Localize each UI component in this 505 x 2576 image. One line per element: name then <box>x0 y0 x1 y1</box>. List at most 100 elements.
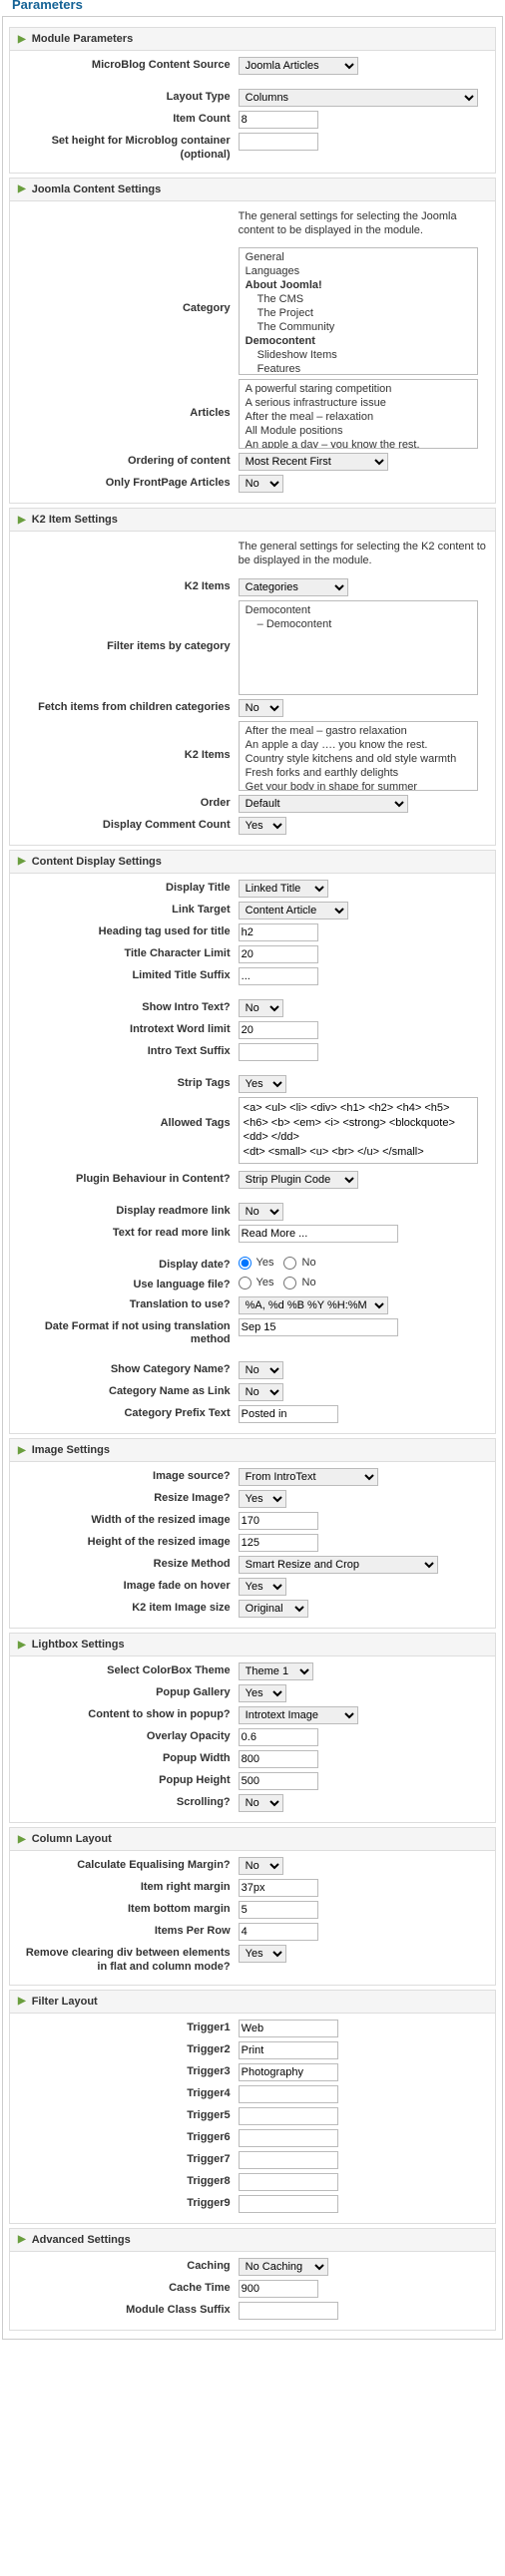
select-translation[interactable]: %A, %d %B %Y %H:%M <box>239 1296 388 1314</box>
select-show-intro[interactable]: No <box>239 999 283 1017</box>
input-heading-tag[interactable] <box>239 923 318 941</box>
select-resize[interactable]: Yes <box>239 1490 286 1508</box>
input-width[interactable] <box>239 1512 318 1530</box>
select-fetch[interactable]: No <box>239 699 283 717</box>
list-item[interactable]: General <box>240 250 477 264</box>
section-header-column[interactable]: ▶ Column Layout <box>9 1827 496 1851</box>
listbox-articles[interactable]: A powerful staring competitionA serious … <box>239 379 478 449</box>
select-source[interactable]: Joomla Articles <box>239 57 358 75</box>
list-item[interactable]: Country style kitchens and old style war… <box>240 752 477 766</box>
list-item[interactable]: Features <box>240 362 477 375</box>
label-display-title: Display Title <box>14 880 239 896</box>
select-popup-content[interactable]: Introtext Image <box>239 1706 358 1724</box>
input-trigger4[interactable] <box>239 2085 338 2103</box>
list-item[interactable]: All Module positions <box>240 424 477 438</box>
radio-display-date[interactable]: Yes No <box>239 1257 491 1270</box>
select-frontpage[interactable]: No <box>239 475 283 493</box>
select-method[interactable]: Smart Resize and Crop <box>239 1556 438 1574</box>
section-header-filter[interactable]: ▶ Filter Layout <box>9 1990 496 2014</box>
input-trigger8[interactable] <box>239 2173 338 2191</box>
select-display-title[interactable]: Linked Title <box>239 880 328 898</box>
input-trigger7[interactable] <box>239 2151 338 2169</box>
input-opacity[interactable] <box>239 1728 318 1746</box>
select-strip-tags[interactable]: Yes <box>239 1075 286 1093</box>
textarea-allowed-tags[interactable]: <a> <ul> <li> <div> <h1> <h2> <h4> <h5> … <box>239 1097 478 1164</box>
section-title: K2 Item Settings <box>32 514 118 526</box>
list-item[interactable]: Get your body in shape for summer <box>240 780 477 791</box>
listbox-k2items[interactable]: After the meal – gastro relaxationAn app… <box>239 721 478 791</box>
listbox-category[interactable]: GeneralLanguagesAbout Joomla!The CMSThe … <box>239 247 478 375</box>
listbox-filter-cat[interactable]: Democontent– Democontent <box>239 600 478 695</box>
select-readmore[interactable]: No <box>239 1203 283 1221</box>
select-layout-type[interactable]: Columns <box>239 89 478 107</box>
label-readmore-text: Text for read more link <box>14 1225 239 1241</box>
input-title-suffix[interactable] <box>239 967 318 985</box>
select-clearing[interactable]: Yes <box>239 1945 286 1963</box>
label-pwidth: Popup Width <box>14 1750 239 1766</box>
select-link-target[interactable]: Content Article <box>239 902 348 920</box>
list-item[interactable]: After the meal – gastro relaxation <box>240 724 477 738</box>
list-item[interactable]: An apple a day – you know the rest. <box>240 438 477 449</box>
list-item[interactable]: Democontent <box>240 334 477 348</box>
section-header-joomla[interactable]: ▶ Joomla Content Settings <box>9 178 496 201</box>
list-item[interactable]: Fresh forks and earthly delights <box>240 766 477 780</box>
section-header-k2[interactable]: ▶ K2 Item Settings <box>9 508 496 532</box>
input-right-margin[interactable] <box>239 1879 318 1897</box>
list-item[interactable]: Slideshow Items <box>240 348 477 362</box>
select-show-cat[interactable]: No <box>239 1361 283 1379</box>
select-gallery[interactable]: Yes <box>239 1684 286 1702</box>
input-intro-limit[interactable] <box>239 1021 318 1039</box>
input-per-row[interactable] <box>239 1923 318 1941</box>
list-item[interactable]: About Joomla! <box>240 278 477 292</box>
select-img-source[interactable]: From IntroText <box>239 1468 378 1486</box>
section-header-image[interactable]: ▶ Image Settings <box>9 1438 496 1462</box>
input-set-height[interactable] <box>239 133 318 151</box>
input-readmore-text[interactable] <box>239 1225 398 1243</box>
input-pheight[interactable] <box>239 1772 318 1790</box>
list-item[interactable]: A powerful staring competition <box>240 382 477 396</box>
select-k2items[interactable]: Categories <box>239 578 348 596</box>
input-trigger2[interactable] <box>239 2041 338 2059</box>
select-caching[interactable]: No Caching <box>239 2258 328 2276</box>
input-suffix[interactable] <box>239 2302 338 2320</box>
input-trigger6[interactable] <box>239 2129 338 2147</box>
radio-use-lang[interactable]: Yes No <box>239 1277 491 1289</box>
list-item[interactable]: A serious infrastructure issue <box>240 396 477 410</box>
select-fade[interactable]: Yes <box>239 1578 286 1596</box>
select-equal[interactable]: No <box>239 1857 283 1875</box>
select-k2size[interactable]: Original <box>239 1600 308 1618</box>
list-item[interactable]: – Democontent <box>240 617 477 631</box>
input-trigger5[interactable] <box>239 2107 338 2125</box>
section-header-lightbox[interactable]: ▶ Lightbox Settings <box>9 1633 496 1656</box>
list-item[interactable]: Democontent <box>240 603 477 617</box>
input-cache-time[interactable] <box>239 2280 318 2298</box>
section-header-advanced[interactable]: ▶ Advanced Settings <box>9 2228 496 2252</box>
input-title-limit[interactable] <box>239 945 318 963</box>
select-plugin[interactable]: Strip Plugin Code <box>239 1171 358 1189</box>
section-header-module[interactable]: ▶ Module Parameters <box>9 27 496 51</box>
input-height[interactable] <box>239 1534 318 1552</box>
list-item[interactable]: Languages <box>240 264 477 278</box>
select-comment[interactable]: Yes <box>239 817 286 835</box>
select-cat-link[interactable]: No <box>239 1383 283 1401</box>
list-item[interactable]: The CMS <box>240 292 477 306</box>
select-ordering[interactable]: Most Recent First <box>239 453 388 471</box>
list-item[interactable]: An apple a day …. you know the rest. <box>240 738 477 752</box>
section-header-content[interactable]: ▶ Content Display Settings <box>9 850 496 874</box>
input-intro-suffix[interactable] <box>239 1043 318 1061</box>
input-item-count[interactable] <box>239 111 318 129</box>
input-cat-prefix[interactable] <box>239 1405 338 1423</box>
input-trigger1[interactable] <box>239 2020 338 2037</box>
list-item[interactable]: After the meal – relaxation <box>240 410 477 424</box>
list-item[interactable]: The Project <box>240 306 477 320</box>
input-trigger9[interactable] <box>239 2195 338 2213</box>
label-theme: Select ColorBox Theme <box>14 1662 239 1678</box>
select-order[interactable]: Default <box>239 795 408 813</box>
select-theme[interactable]: Theme 1 <box>239 1662 313 1680</box>
select-scrolling[interactable]: No <box>239 1794 283 1812</box>
input-trigger3[interactable] <box>239 2063 338 2081</box>
input-bottom-margin[interactable] <box>239 1901 318 1919</box>
input-date-format[interactable] <box>239 1318 398 1336</box>
list-item[interactable]: The Community <box>240 320 477 334</box>
input-pwidth[interactable] <box>239 1750 318 1768</box>
